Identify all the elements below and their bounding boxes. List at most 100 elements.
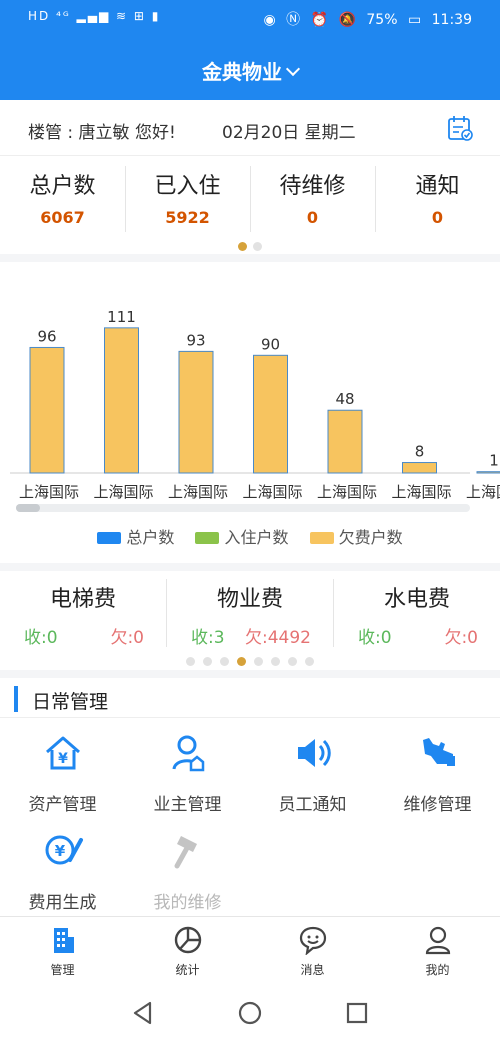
tab-label: 管理	[50, 963, 75, 977]
chart-bar[interactable]	[29, 346, 65, 474]
menu-label: 我的维修	[153, 893, 222, 913]
legend-item-occupied[interactable]: 入住户数	[195, 528, 289, 547]
stat-occupied[interactable]: 已入住 5922	[125, 162, 250, 232]
legend-item-arrears[interactable]: 欠费户数	[309, 528, 403, 547]
bar-value-label: 1	[489, 452, 499, 470]
nfc-icon: Ⓝ	[286, 12, 301, 28]
pager-dot-active[interactable]	[238, 242, 247, 251]
chart-scrollbar[interactable]	[16, 504, 470, 512]
bar-value-label: 111	[107, 308, 136, 326]
fee-pen-icon: ¥	[45, 835, 83, 865]
pager-dot[interactable]	[288, 657, 297, 666]
greeting-bar: 楼管 : 唐立敏 您好! 02月20日 星期二	[0, 100, 500, 156]
x-tick-label: 上海国际	[168, 483, 228, 501]
x-tick-label: 上海国际	[391, 483, 451, 501]
stat-value: 0	[431, 208, 444, 227]
page-title: 金典物业	[202, 60, 282, 84]
back-icon[interactable]	[130, 1000, 156, 1026]
building-icon	[53, 928, 74, 953]
chart-bar[interactable]	[402, 462, 437, 474]
app-header: 金典物业	[0, 38, 500, 100]
chart-bar[interactable]	[104, 327, 139, 474]
menu-label: 维修管理	[403, 795, 472, 815]
pager-dot[interactable]	[305, 657, 314, 666]
fee-collected: 收:0	[24, 628, 58, 648]
stat-value: 6067	[40, 208, 85, 227]
chart-bar[interactable]	[178, 350, 214, 474]
chart-bar[interactable]	[476, 471, 500, 474]
fee-collected: 收:3	[191, 628, 225, 648]
menu-asset-management[interactable]: ¥ 资产管理	[0, 720, 125, 818]
stat-label: 待维修	[279, 174, 346, 199]
owner-icon	[172, 735, 205, 772]
pager-dot[interactable]	[220, 657, 229, 666]
menu-staff-notice[interactable]: 员工通知	[250, 720, 375, 818]
pager-dot[interactable]	[203, 657, 212, 666]
menu-owner-management[interactable]: 业主管理	[125, 720, 250, 818]
recents-icon[interactable]	[344, 1000, 370, 1026]
legend-label: 欠费户数	[338, 528, 403, 547]
bar-chart-svg: 96 上海国际 111 上海国际 93 上海国际 90 上海国际 48 上海国际 8 上海国际 1 上海国…	[10, 308, 500, 501]
stats-pager	[0, 236, 500, 255]
chart-bar[interactable]	[253, 354, 288, 474]
pie-chart-icon	[174, 926, 201, 954]
fee-owed: 欠:4492	[245, 628, 311, 648]
clock: 11:39	[431, 12, 472, 28]
property-selector[interactable]: 金典物业	[202, 38, 301, 85]
status-bar: HD ⁴ᴳ ▂▄▆ ≋ ⊞ ▮ ◉ Ⓝ ⏰ 🔕 75% ▭ 11:39	[0, 0, 500, 38]
alarm-icon: ⏰	[310, 12, 329, 28]
stat-pending-repair[interactable]: 待维修 0	[250, 162, 375, 232]
fee-owed: 欠:0	[444, 628, 478, 648]
chevron-down-icon	[285, 61, 301, 77]
wrench-icon	[423, 738, 455, 766]
tab-profile[interactable]: 我的	[375, 925, 500, 978]
menu-fee-generation[interactable]: ¥ 费用生成	[0, 818, 125, 916]
home-icon[interactable]	[237, 1000, 263, 1026]
stat-value: 0	[306, 208, 319, 227]
tab-label: 统计	[175, 963, 200, 977]
current-date: 02月20日 星期二	[222, 123, 356, 143]
chart-bar[interactable]	[327, 409, 363, 474]
mute-icon: 🔕	[338, 12, 356, 28]
x-tick-label: 上海国际	[317, 483, 377, 501]
bottom-tab-bar: 管理 统计 消息 我的	[0, 916, 500, 988]
stats-panel: 总户数 6067 已入住 5922 待维修 0 通知 0	[0, 158, 500, 242]
bar-value-label: 96	[37, 327, 56, 345]
pager-dot-active[interactable]	[237, 657, 246, 666]
x-tick-label: 上海国际	[19, 483, 79, 501]
user-icon	[425, 926, 450, 955]
tab-messages[interactable]: 消息	[250, 925, 375, 978]
stat-value: 5922	[165, 208, 210, 227]
pager-dot[interactable]	[271, 657, 280, 666]
fee-property[interactable]: 物业费 收:3 欠:4492	[167, 581, 333, 651]
tab-label: 消息	[300, 963, 325, 977]
stat-total-households[interactable]: 总户数 6067	[0, 162, 125, 232]
section-divider	[0, 563, 500, 571]
management-grid: ¥ 资产管理 业主管理 员工通知 维修管理 ¥ 费用生成 我的维修	[0, 720, 500, 916]
calendar-check-icon[interactable]	[446, 114, 474, 142]
pager-dot[interactable]	[186, 657, 195, 666]
menu-repair-management[interactable]: 维修管理	[375, 720, 500, 818]
daily-management-header: 日常管理	[0, 680, 500, 718]
fee-utilities[interactable]: 水电费 收:0 欠:0	[334, 581, 500, 651]
tab-management[interactable]: 管理	[0, 925, 125, 978]
pager-dot[interactable]	[253, 242, 262, 251]
menu-my-repairs[interactable]: 我的维修	[125, 818, 250, 916]
hammer-icon	[174, 836, 197, 869]
fees-pager	[0, 651, 500, 670]
battery-icon: ▭	[407, 12, 422, 28]
fee-label: 电梯费	[49, 587, 116, 612]
chat-icon	[299, 926, 326, 955]
fee-label: 物业费	[216, 587, 283, 612]
fee-label: 水电费	[383, 587, 450, 612]
legend-item-total[interactable]: 总户数	[97, 528, 174, 547]
stat-label: 总户数	[29, 174, 96, 199]
tab-statistics[interactable]: 统计	[125, 925, 250, 978]
chart-scroll-thumb[interactable]	[16, 504, 40, 512]
stat-notices[interactable]: 通知 0	[375, 162, 500, 232]
arrears-chart[interactable]: 96 上海国际 111 上海国际 93 上海国际 90 上海国际 48 上海国际 8 上海国际 1 上海国…	[0, 262, 500, 567]
legend-swatch	[195, 532, 220, 544]
fee-elevator[interactable]: 电梯费 收:0 欠:0	[0, 581, 166, 651]
pager-dot[interactable]	[254, 657, 263, 666]
bar-value-label: 90	[261, 335, 280, 353]
